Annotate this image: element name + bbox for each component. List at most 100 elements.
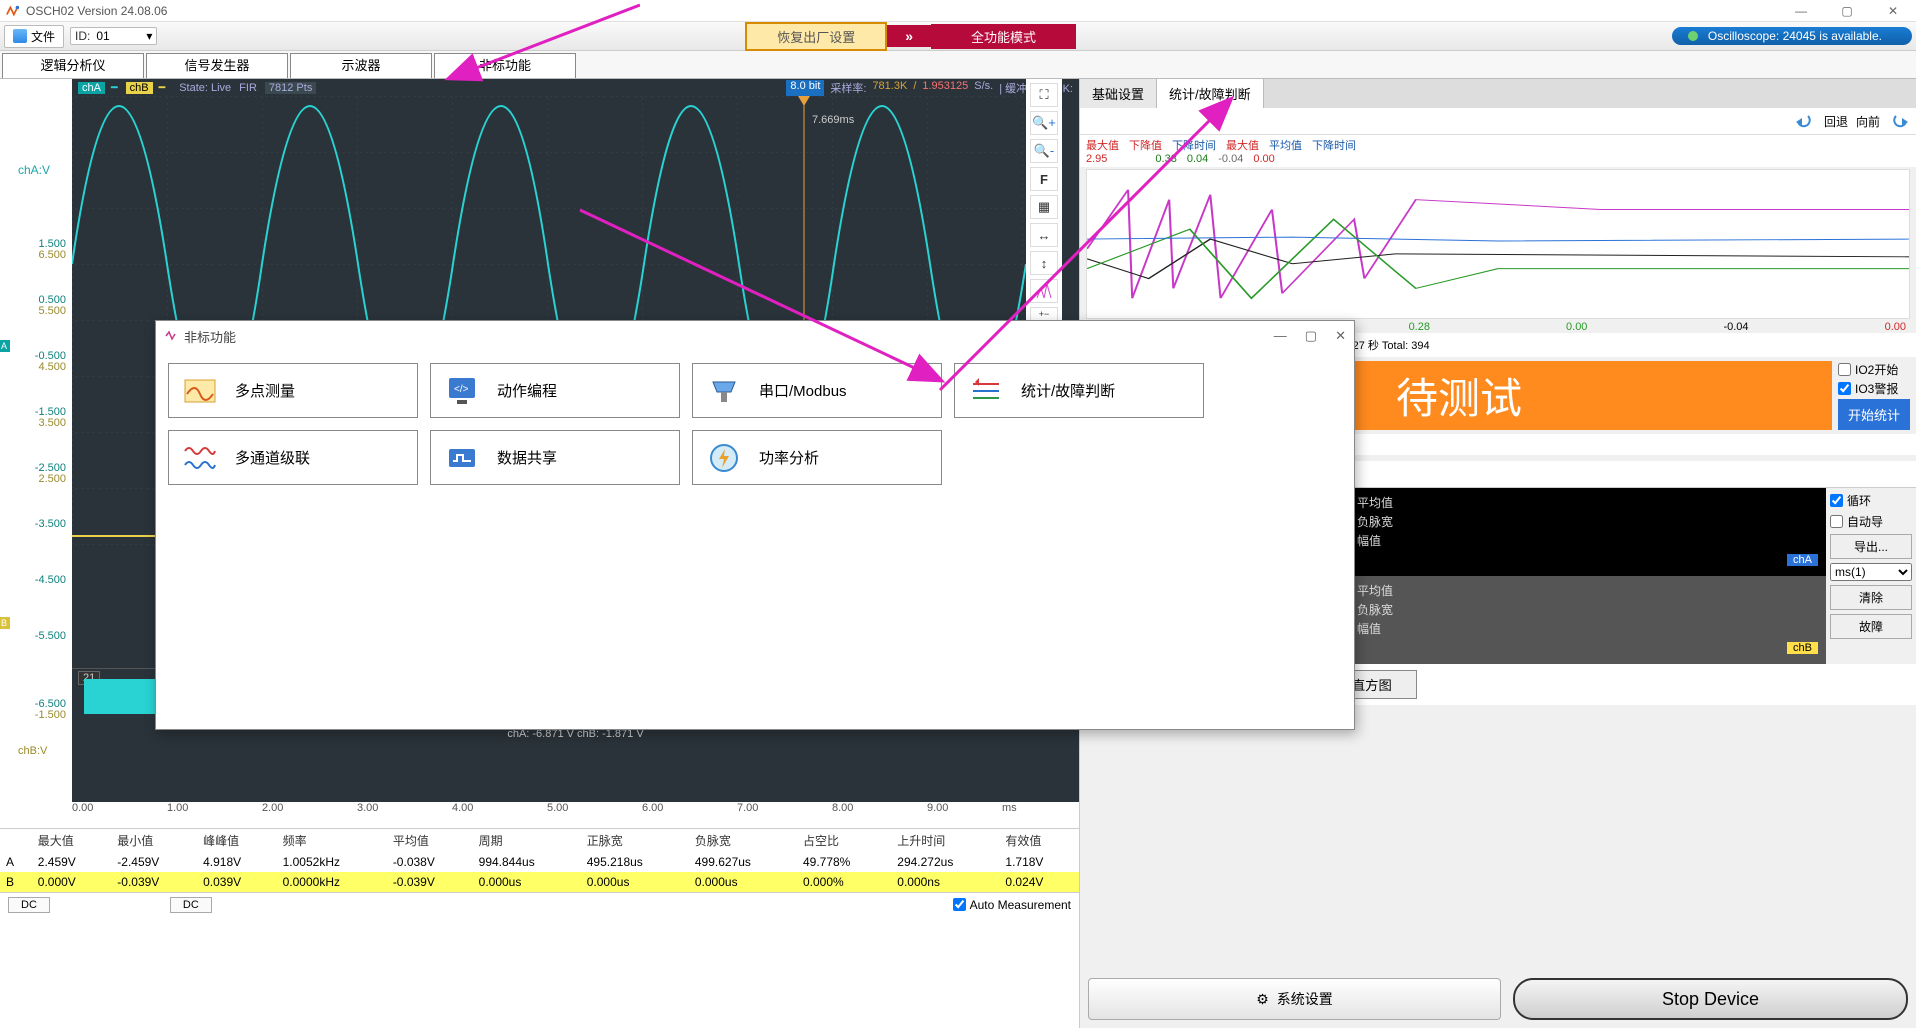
main-tabs: 逻辑分析仪 信号发生器 示波器 非标功能	[0, 51, 1916, 79]
full-mode-button[interactable]: 全功能模式	[931, 24, 1076, 49]
mini-stats: 最大值 下降值 下降时间 最大值 平均值 下降时间 2.95 0.33 0.04…	[1080, 135, 1916, 167]
window-minimize-button[interactable]: —	[1778, 0, 1824, 22]
cha-chip[interactable]: chA	[78, 82, 105, 94]
id-label: ID:	[75, 29, 90, 43]
window-maximize-button[interactable]: ▢	[1824, 0, 1870, 22]
dialog-icon	[164, 329, 178, 343]
window-title: OSCH02 Version 24.08.06	[26, 4, 167, 18]
gear-icon: ⚙	[1256, 991, 1269, 1008]
state-label: State: Live	[179, 82, 231, 94]
nonstandard-dialog: 非标功能 — ▢ ✕ 多点测量 </>动作编程 串口/Modbus 统计/故障判…	[155, 320, 1355, 730]
arrow-button[interactable]: »	[887, 25, 931, 47]
code-icon: </>	[445, 374, 479, 408]
multipoint-icon	[183, 374, 217, 408]
cha-axis-label: chA:V	[18, 163, 50, 177]
table-row: A 2.459V-2.459V4.918V 1.0052kHz-0.038V99…	[0, 852, 1079, 872]
file-menu-button[interactable]: 文件	[4, 25, 64, 48]
tab-signal-generator[interactable]: 信号发生器	[146, 53, 288, 78]
power-icon	[707, 441, 741, 475]
auto-measurement-checkbox[interactable]: Auto Measurement	[953, 898, 1071, 912]
nav-fwd-label: 向前	[1856, 113, 1880, 130]
dialog-close-button[interactable]: ✕	[1335, 328, 1346, 344]
marker-a[interactable]: A	[0, 340, 10, 352]
undo-icon[interactable]	[1794, 112, 1816, 130]
dc-b-button[interactable]: DC	[170, 897, 212, 913]
cursor-time: 7.669ms	[812, 114, 854, 126]
sample-label: 采样率:	[830, 80, 866, 96]
func-cascade[interactable]: 多通道级联	[168, 430, 418, 485]
file-label: 文件	[31, 28, 55, 45]
func-power[interactable]: 功率分析	[692, 430, 942, 485]
rtab-basic[interactable]: 基础设置	[1080, 79, 1157, 108]
window-close-button[interactable]: ✕	[1870, 0, 1916, 22]
unit-select[interactable]: ms(1)	[1830, 563, 1912, 581]
measurement-table: 最大值最小值峰峰值 频率平均值周期 正脉宽负脉宽占空比 上升时间有效值 A 2.…	[0, 828, 1079, 892]
func-serial[interactable]: 串口/Modbus	[692, 363, 942, 418]
vcursor-icon[interactable]: ↕	[1030, 251, 1058, 275]
autoexp-checkbox[interactable]: 自动导	[1830, 513, 1912, 530]
status-text: Oscilloscope: 24045 is available.	[1708, 29, 1882, 43]
func-multipoint[interactable]: 多点测量	[168, 363, 418, 418]
id-value: 01	[96, 29, 146, 43]
tab-oscilloscope[interactable]: 示波器	[290, 53, 432, 78]
clear-button[interactable]: 清除	[1830, 585, 1912, 610]
io2-checkbox[interactable]: IO2开始	[1838, 361, 1910, 378]
dialog-minimize-button[interactable]: —	[1274, 328, 1287, 344]
grid-icon[interactable]: ▦	[1030, 195, 1058, 219]
nav-back-label: 回退	[1824, 113, 1848, 130]
export-button[interactable]: 导出...	[1830, 534, 1912, 559]
fir-label: FIR	[239, 82, 257, 94]
io3-checkbox[interactable]: IO3警报	[1838, 380, 1910, 397]
serial-icon	[707, 374, 741, 408]
tab-logic-analyzer[interactable]: 逻辑分析仪	[2, 53, 144, 78]
stop-device-button[interactable]: Stop Device	[1513, 978, 1908, 1020]
rate2: 1.953125	[922, 80, 968, 96]
y-axis-labels: chA:V 1.5006.500 0.5005.500 -0.5004.500 …	[0, 177, 72, 749]
dialog-maximize-button[interactable]: ▢	[1305, 328, 1317, 344]
start-stats-button[interactable]: 开始统计	[1838, 399, 1910, 430]
func-stats[interactable]: 统计/故障判断	[954, 363, 1204, 418]
share-icon	[445, 441, 479, 475]
footer-row: DC DC Auto Measurement	[0, 892, 1079, 916]
expand-icon[interactable]: ⛶	[1030, 83, 1058, 107]
chb-axis-label: chB:V	[18, 745, 47, 757]
zoom-out-icon[interactable]: 🔍-	[1030, 139, 1058, 163]
cascade-icon	[183, 441, 217, 475]
fault-button[interactable]: 故障	[1830, 614, 1912, 639]
tab-nonstandard[interactable]: 非标功能	[434, 53, 576, 78]
main-toolbar: 文件 ID: 01 ▾ 恢复出厂设置 » 全功能模式 Oscilloscope:…	[0, 22, 1916, 51]
scope-header: chA━ chB━ State: Live FIR 7812 Pts 8.0 b…	[72, 79, 1079, 96]
bits-label: 8.0 bit	[786, 80, 824, 96]
device-id-select[interactable]: ID: 01 ▾	[70, 27, 157, 45]
device-status-pill: Oscilloscope: 24045 is available.	[1672, 27, 1912, 45]
dropdown-icon: ▾	[146, 29, 152, 43]
redo-icon[interactable]	[1888, 112, 1910, 130]
hcursor-icon[interactable]: ↔	[1030, 223, 1058, 247]
func-action-prog[interactable]: </>动作编程	[430, 363, 680, 418]
restore-defaults-button[interactable]: 恢复出厂设置	[745, 22, 887, 51]
cha-badge: chA	[1787, 554, 1818, 566]
pts-label: 7812 Pts	[265, 82, 316, 94]
dialog-title: 非标功能	[184, 327, 236, 346]
status-dot-icon	[1688, 31, 1698, 41]
zoom-in-icon[interactable]: 🔍+	[1030, 111, 1058, 135]
file-icon	[13, 29, 27, 43]
stats-icon	[969, 374, 1003, 408]
x-axis: 0.00 1.00 2.00 3.00 4.00 5.00 6.00 7.00 …	[72, 802, 1079, 828]
rtab-stats[interactable]: 统计/故障判断	[1157, 79, 1264, 108]
spectrum-icon[interactable]	[1030, 279, 1058, 303]
window-titlebar: OSCH02 Version 24.08.06 — ▢ ✕	[0, 0, 1916, 22]
svg-text:</>: </>	[454, 384, 469, 395]
chb-badge: chB	[1787, 642, 1818, 654]
fit-icon[interactable]: F	[1030, 167, 1058, 191]
table-row: B 0.000V-0.039V0.039V 0.0000kHz-0.039V0.…	[0, 872, 1079, 892]
chb-chip[interactable]: chB	[126, 82, 153, 94]
rate1: 781.3K	[872, 80, 907, 96]
func-share[interactable]: 数据共享	[430, 430, 680, 485]
marker-b[interactable]: B	[0, 617, 10, 629]
app-logo-icon	[6, 4, 20, 18]
loop-checkbox[interactable]: 循环	[1830, 492, 1912, 509]
mini-chart[interactable]	[1086, 169, 1910, 319]
dc-a-button[interactable]: DC	[8, 897, 50, 913]
system-settings-button[interactable]: ⚙ 系统设置	[1088, 978, 1501, 1020]
